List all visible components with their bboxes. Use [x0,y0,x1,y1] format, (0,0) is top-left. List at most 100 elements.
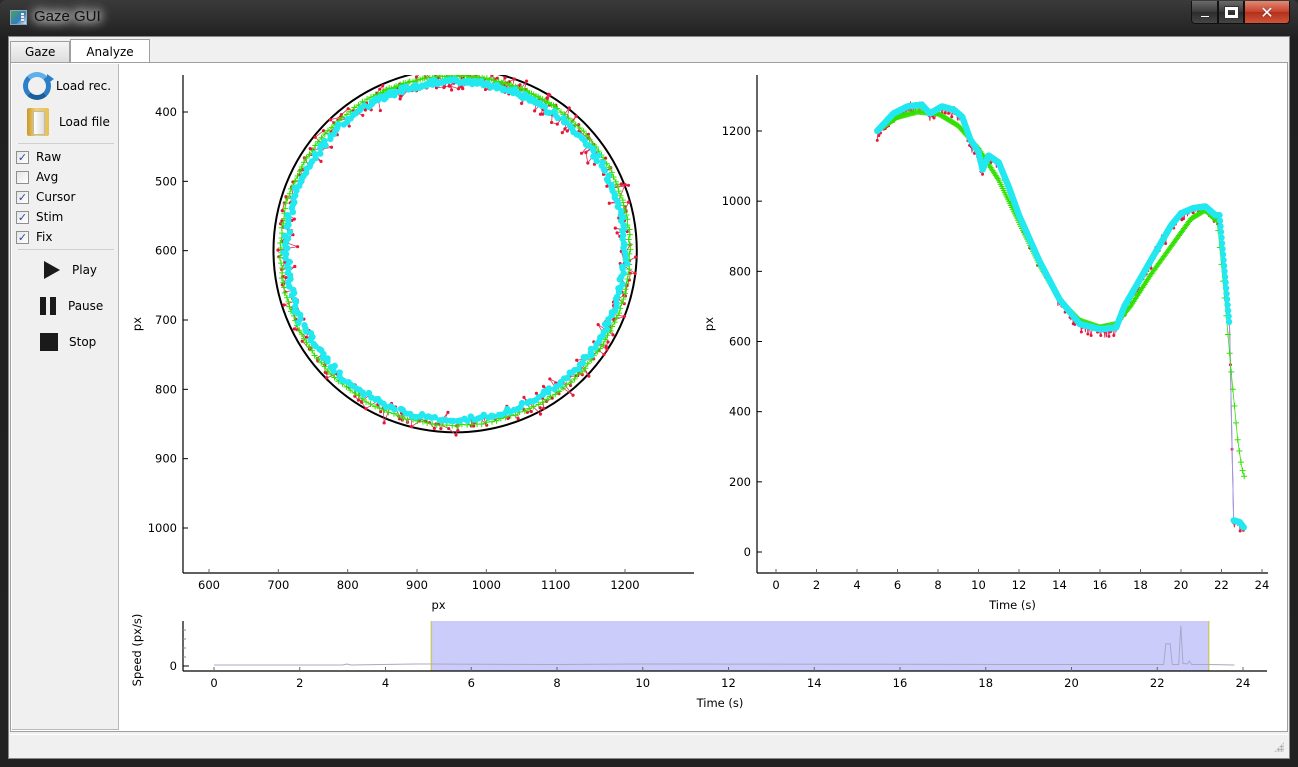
raw-point [932,116,936,120]
fix-point [1219,245,1226,253]
time-y-tick-label: 200 [729,475,751,489]
raw-point [1181,217,1185,221]
speed-x-tick-label: 12 [721,676,736,690]
raw-point [579,151,584,155]
raw-point [522,395,526,400]
fix-point [317,150,324,157]
raw-point [555,122,559,126]
time-x-tick-label: 22 [1214,578,1229,592]
raw-point [875,138,879,142]
raw-point [409,425,413,429]
stim-point [1241,473,1248,480]
raw-point [524,79,529,83]
xy-x-tick-label: 600 [198,578,220,592]
xy-y-tick-label: 600 [155,244,177,258]
raw-point [950,115,954,119]
fix-point [580,354,587,361]
fix-point [1218,234,1225,241]
stim-point [1239,467,1246,474]
raw-point [329,145,334,149]
raw-point [446,410,450,414]
raw-point [451,75,454,76]
speed-x-tick-label: 22 [1150,676,1165,690]
xy-x-tick-label: 1000 [472,578,501,592]
time-y-tick-label: 0 [744,545,751,559]
xy-plot[interactable]: 600 700 800 900 1000 1100 12004005006007008009… [0,0,1298,767]
raw-point [300,339,304,343]
cursor-trace [876,104,1245,528]
raw-point [503,76,507,80]
raw-point [293,264,297,269]
raw-point [398,97,402,101]
speed-x-axis-label: Time (s) [696,696,744,710]
raw-point [292,327,296,331]
stim-point [1231,403,1238,410]
stim-trace [877,111,1245,477]
raw-point [943,111,947,115]
raw-point [432,426,436,430]
xy-y-tick-label: 400 [155,105,177,119]
raw-point [633,271,637,276]
raw-point [611,333,615,337]
xy-y-axis-label: px [130,317,144,331]
raw-point [284,275,288,280]
raw-point [346,107,350,111]
fix-point [1224,301,1231,309]
fix-point [590,147,597,155]
raw-point [545,96,549,101]
speed-x-tick-label: 10 [635,676,650,690]
xy-x-tick-label: 800 [337,578,359,592]
stim-point [1236,447,1243,454]
fix-point [1216,217,1224,225]
time-x-tick-label: 0 [772,578,779,592]
time-y-tick-label: 1000 [722,194,751,208]
time-selection-region[interactable] [431,621,1209,671]
raw-point [622,314,627,318]
xy-plot-area [272,75,638,437]
speed-x-tick-label: 4 [382,676,389,690]
xy-y-tick-label: 900 [155,452,177,466]
xy-plot-group: 600 700 800 900 1000 1100 1200 400 500 600 700 800 9… [130,75,694,612]
time-y-tick-label: 1200 [722,124,751,138]
stim-point [1228,368,1235,375]
fix-point [397,405,405,413]
stim-point [1233,419,1240,426]
fix-point [301,322,308,329]
fix-point [593,157,600,165]
raw-point [442,85,446,90]
raw-point [602,352,606,357]
raw-point [1107,334,1111,338]
time-x-tick-label: 6 [894,578,901,592]
raw-point [981,172,985,176]
fix-point [551,385,558,393]
speed-x-tick-label: 8 [553,676,560,690]
raw-point [548,93,552,97]
stim-point [1226,350,1233,357]
raw-point [586,161,590,165]
raw-point [565,129,569,133]
raw-point [1099,334,1103,338]
raw-point [626,200,631,204]
raw-point [1089,333,1093,337]
fix-point [335,121,342,128]
raw-point [571,393,575,397]
raw-point [280,209,284,213]
time-x-tick-label: 24 [1255,578,1270,592]
raw-point [454,433,458,437]
fix-point [1220,256,1227,264]
time-x-tick-label: 12 [1012,578,1027,592]
fix-point [1217,223,1224,230]
raw-point [529,409,533,414]
time-x-tick-label: 14 [1052,578,1067,592]
raw-point [587,374,591,378]
raw-point [877,134,881,138]
speed-x-tick-label: 6 [468,676,475,690]
fix-point [1219,251,1227,258]
xy-x-tick-label: 900 [406,578,428,592]
raw-point [567,106,571,110]
time-y-axis-label: px [702,317,716,331]
raw-point [560,131,564,135]
raw-point [533,109,537,113]
speed-x-tick-label: 18 [978,676,993,690]
speed-x-tick-label: 24 [1236,676,1251,690]
